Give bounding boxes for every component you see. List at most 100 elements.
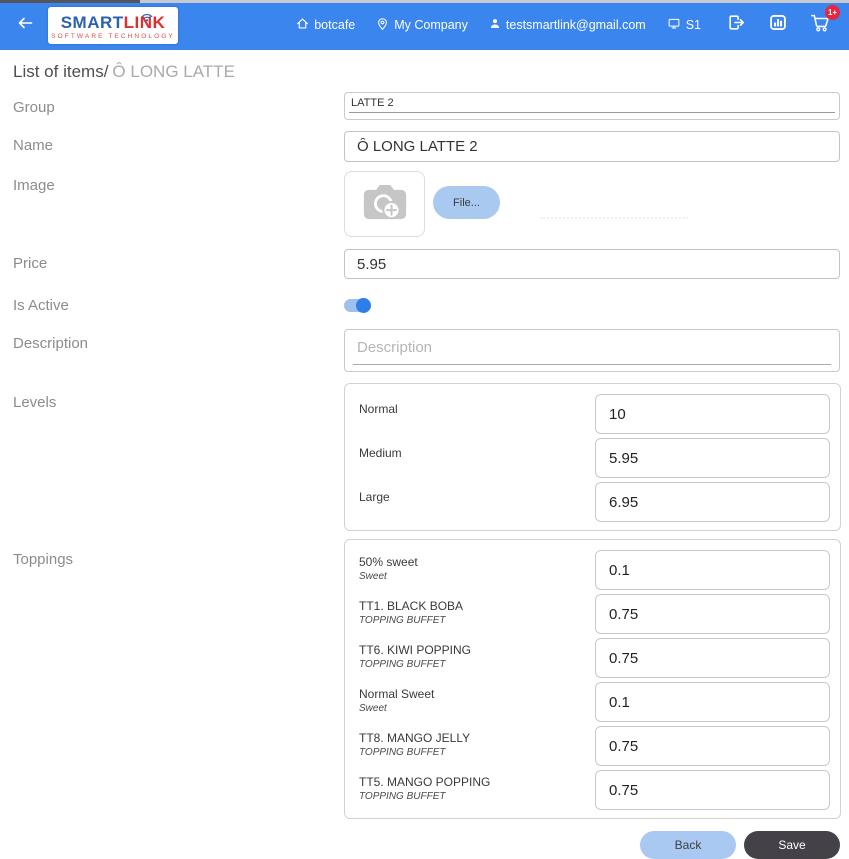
logout-icon	[727, 14, 746, 36]
is-active-toggle[interactable]	[344, 299, 370, 312]
topping-category: Sweet	[359, 571, 595, 582]
cart-button[interactable]: 1+	[810, 13, 831, 37]
levels-panel: Normal Medium Large	[344, 383, 841, 531]
description-underline	[353, 364, 831, 365]
main-content: List of items/Ô LONG LATTE Group LATTE 2…	[0, 50, 849, 859]
topping-category: TOPPING BUFFET	[359, 615, 595, 626]
name-label: Name	[13, 131, 344, 154]
header-icon-group: 1+	[727, 13, 831, 37]
page-title: List of items/Ô LONG LATTE	[13, 62, 849, 82]
topping-row: TT5. MANGO POPPING TOPPING BUFFET	[359, 770, 830, 810]
location-pin-icon	[376, 17, 394, 34]
top-edge-strip	[0, 0, 849, 3]
topping-row: TT8. MANGO JELLY TOPPING BUFFET	[359, 726, 830, 766]
is-active-label: Is Active	[13, 295, 344, 314]
image-upload-box[interactable]	[344, 171, 425, 237]
group-label: Group	[13, 92, 344, 116]
nav-item-account[interactable]: testsmartlink@gmail.com	[489, 17, 646, 33]
levels-label: Levels	[13, 383, 344, 411]
toppings-label: Toppings	[13, 539, 344, 568]
group-underline	[349, 112, 835, 113]
price-label: Price	[13, 249, 344, 272]
logo-smart-text: SMART	[61, 13, 124, 32]
nav-item-store[interactable]: botcafe	[296, 17, 355, 33]
nav-account-label: testsmartlink@gmail.com	[506, 18, 646, 32]
topping-name: 50% sweet	[359, 555, 595, 569]
description-label: Description	[13, 329, 344, 352]
reports-button[interactable]	[769, 14, 787, 36]
description-box	[344, 329, 840, 372]
top-edge-strip-dark	[0, 0, 140, 3]
nav-item-company[interactable]: My Company	[376, 17, 468, 34]
is-active-row: Is Active	[0, 295, 849, 314]
topping-name: TT5. MANGO POPPING	[359, 775, 595, 789]
toppings-panel: 50% sweet Sweet TT1. BLACK BOBA TOPPING …	[344, 539, 841, 819]
topping-category: TOPPING BUFFET	[359, 659, 595, 670]
topping-price-input[interactable]	[595, 682, 830, 722]
back-button[interactable]: Back	[640, 831, 736, 859]
nav-store-label: botcafe	[314, 18, 355, 32]
topping-name: TT8. MANGO JELLY	[359, 731, 595, 745]
form-actions: Back Save	[0, 831, 840, 859]
topping-row: Normal Sweet Sweet	[359, 682, 830, 722]
level-row: Medium	[359, 438, 830, 478]
logout-button[interactable]	[727, 14, 746, 36]
image-label: Image	[13, 171, 344, 194]
level-row: Normal	[359, 394, 830, 434]
nav-item-station[interactable]: S1	[667, 17, 701, 33]
smartlink-logo[interactable]: SMARTLINK SOFTWARE TECHNOLOGY	[48, 7, 178, 44]
home-icon	[296, 17, 314, 33]
toggle-knob	[356, 298, 371, 313]
toppings-row: Toppings 50% sweet Sweet TT1. BLACK BOBA…	[0, 539, 849, 819]
save-button[interactable]: Save	[744, 831, 840, 859]
name-row: Name	[0, 131, 849, 162]
nav-company-label: My Company	[394, 18, 468, 32]
topping-price-input[interactable]	[595, 594, 830, 634]
description-row: Description	[0, 329, 849, 372]
topping-category: TOPPING BUFFET	[359, 747, 595, 758]
monitor-icon	[667, 17, 686, 33]
level-name: Large	[359, 490, 595, 504]
topping-name: TT1. BLACK BOBA	[359, 599, 595, 613]
price-row: Price	[0, 249, 849, 279]
faint-text-artifact	[540, 217, 688, 219]
logo-subtitle: SOFTWARE TECHNOLOGY	[51, 33, 175, 40]
level-name: Medium	[359, 446, 595, 460]
nav-station-label: S1	[686, 18, 701, 32]
topping-price-input[interactable]	[595, 770, 830, 810]
user-icon	[489, 17, 506, 33]
topping-price-input[interactable]	[595, 550, 830, 590]
file-upload-button[interactable]: File...	[433, 186, 500, 219]
group-row: Group LATTE 2	[0, 92, 849, 120]
levels-row: Levels Normal Medium Large	[0, 383, 849, 531]
topping-category: Sweet	[359, 703, 595, 714]
topping-price-input[interactable]	[595, 638, 830, 678]
breadcrumb-current: Ô LONG LATTE	[112, 62, 235, 81]
topping-category: TOPPING BUFFET	[359, 791, 595, 802]
group-select[interactable]: LATTE 2	[344, 92, 840, 120]
group-value: LATTE 2	[351, 97, 394, 109]
camera-plus-icon	[359, 180, 411, 229]
arrow-left-icon	[16, 15, 34, 36]
level-price-input[interactable]	[595, 438, 830, 478]
level-name: Normal	[359, 402, 595, 416]
header-back-button[interactable]	[8, 8, 42, 42]
breadcrumb-section: List of items/	[13, 62, 108, 81]
image-row: Image File...	[0, 171, 849, 237]
header-nav: botcafe My Company testsmartlink@gmail.c…	[296, 17, 701, 34]
level-row: Large	[359, 482, 830, 522]
bar-chart-icon	[769, 14, 787, 36]
cart-badge: 1+	[825, 5, 840, 20]
topping-name: Normal Sweet	[359, 687, 595, 701]
name-input[interactable]	[344, 131, 840, 162]
topping-price-input[interactable]	[595, 726, 830, 766]
topping-name: TT6. KIWI POPPING	[359, 643, 595, 657]
price-input[interactable]	[344, 249, 840, 279]
app-header: SMARTLINK SOFTWARE TECHNOLOGY botcafe My…	[0, 0, 849, 50]
wifi-icon	[141, 9, 153, 18]
topping-row: TT1. BLACK BOBA TOPPING BUFFET	[359, 594, 830, 634]
level-price-input[interactable]	[595, 482, 830, 522]
level-price-input[interactable]	[595, 394, 830, 434]
topping-row: 50% sweet Sweet	[359, 550, 830, 590]
topping-row: TT6. KIWI POPPING TOPPING BUFFET	[359, 638, 830, 678]
